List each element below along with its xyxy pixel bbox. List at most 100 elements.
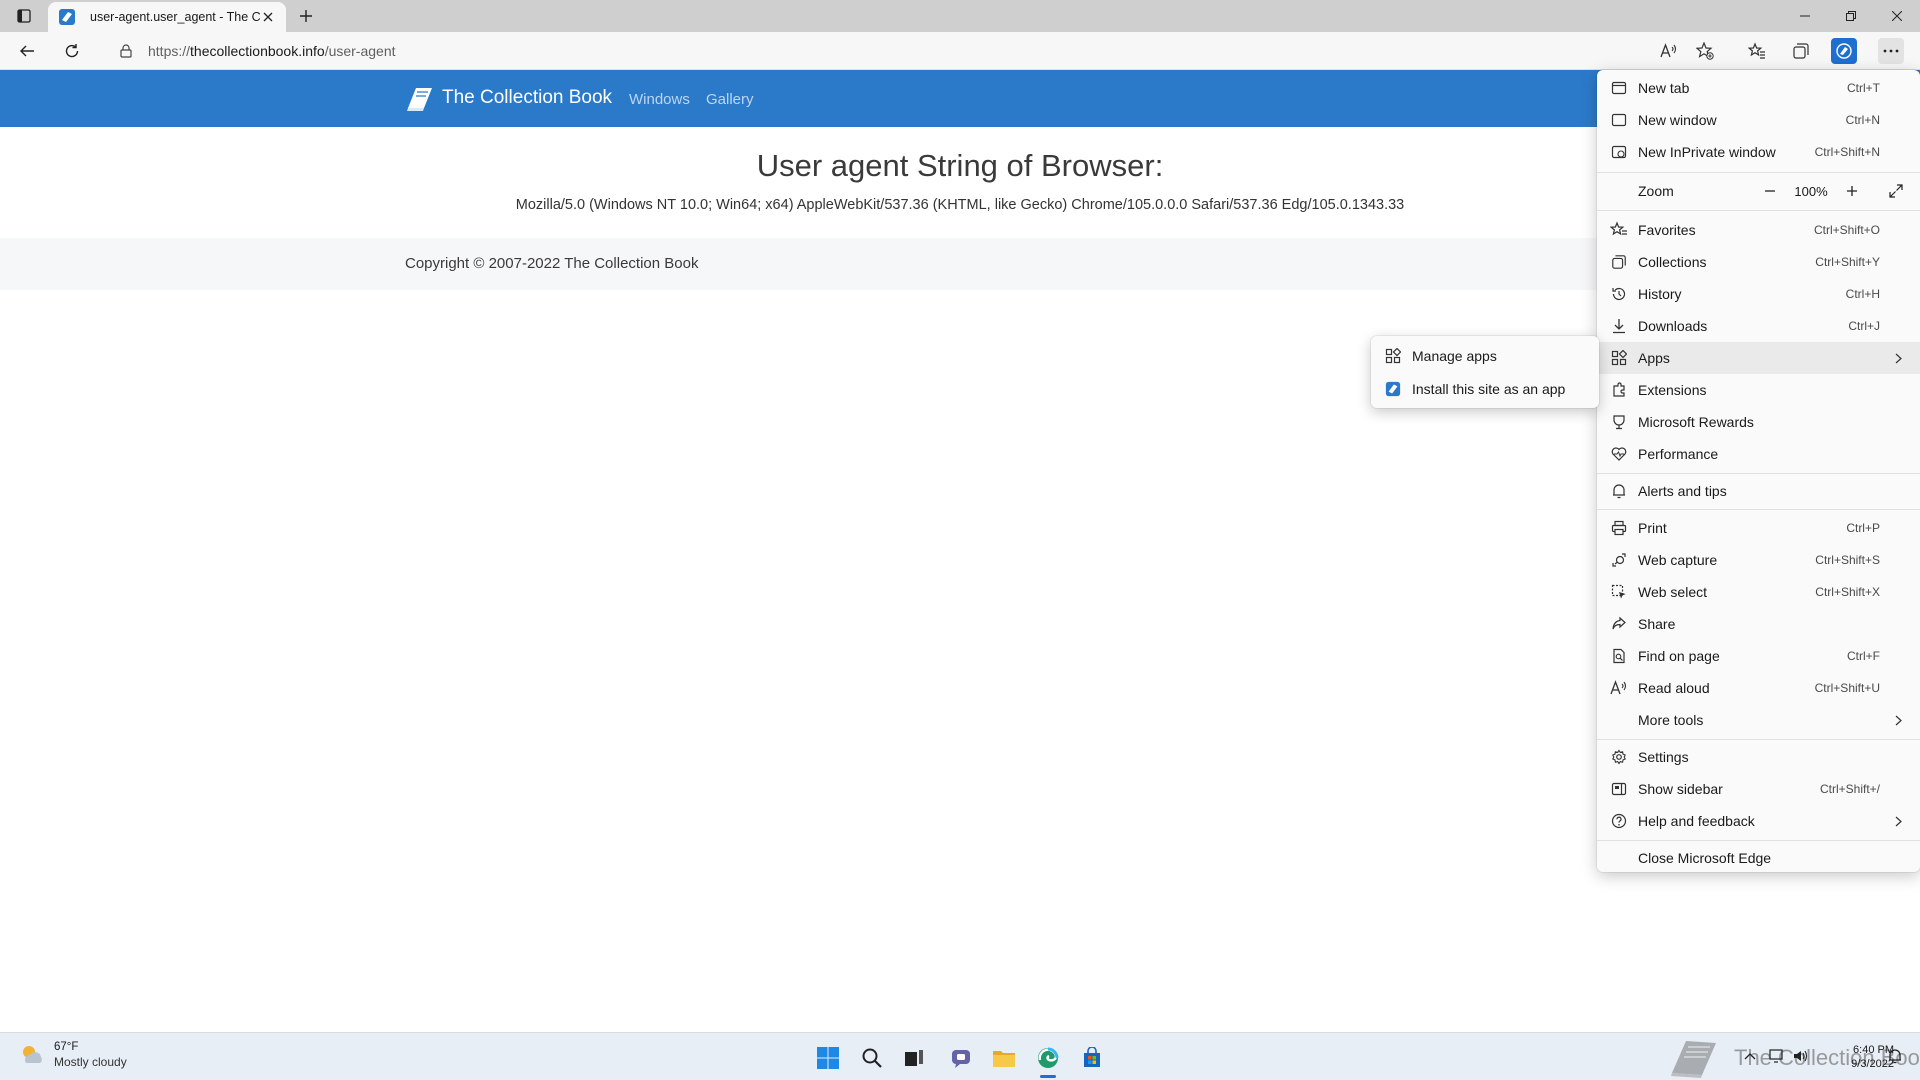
web-capture-icon (1609, 550, 1629, 570)
notifications-button[interactable] (1886, 1047, 1904, 1065)
microsoft-store-button[interactable] (1077, 1043, 1107, 1073)
edge-icon (1038, 1047, 1059, 1068)
submenu-item-install-site-as-app[interactable]: Install this site as an app (1371, 373, 1599, 405)
tab-close-button[interactable] (260, 9, 276, 25)
plus-icon (300, 10, 312, 22)
settings-and-more-button[interactable] (1878, 38, 1904, 64)
menu-item-alerts-and-tips[interactable]: Alerts and tips (1597, 475, 1920, 507)
collections-button[interactable] (1788, 38, 1814, 64)
profile-button[interactable] (1831, 38, 1857, 64)
submenu-item-manage-apps[interactable]: Manage apps (1371, 340, 1599, 372)
refresh-button[interactable] (59, 38, 85, 64)
menu-item-new-window[interactable]: New window Ctrl+N (1597, 104, 1920, 136)
settings-icon (1609, 747, 1629, 767)
menu-item-label: Extensions (1638, 382, 1707, 398)
menu-item-performance[interactable]: Performance (1597, 438, 1920, 470)
nav-link-gallery[interactable]: Gallery (706, 91, 754, 108)
menu-item-show-sidebar[interactable]: Show sidebar Ctrl+Shift+/ (1597, 773, 1920, 805)
menu-item-print[interactable]: Print Ctrl+P (1597, 512, 1920, 544)
menu-item-find-on-page[interactable]: Find on page Ctrl+F (1597, 640, 1920, 672)
minimize-button[interactable] (1782, 0, 1828, 32)
menu-item-web-capture[interactable]: Web capture Ctrl+Shift+S (1597, 544, 1920, 576)
menu-separator (1597, 473, 1920, 474)
menu-item-label: New tab (1638, 80, 1690, 96)
bell-icon (1609, 481, 1629, 501)
weather-widget[interactable]: 67°F Mostly cloudy (18, 1041, 127, 1069)
menu-item-new-tab[interactable]: New tab Ctrl+T (1597, 72, 1920, 104)
zoom-level: 100% (1794, 183, 1828, 199)
menu-item-label: Apps (1638, 350, 1670, 366)
browser-tab[interactable]: user-agent.user_agent - The Coll (48, 2, 286, 32)
submenu-item-label: Install this site as an app (1412, 381, 1566, 397)
help-icon (1609, 811, 1629, 831)
menu-item-shortcut: Ctrl+Shift+N (1814, 145, 1880, 159)
menu-item-extensions[interactable]: Extensions (1597, 374, 1920, 406)
show-hidden-icons-button[interactable] (1741, 1047, 1759, 1065)
web-select-icon (1609, 582, 1629, 602)
restore-button[interactable] (1828, 0, 1874, 32)
menu-item-label: Close Microsoft Edge (1638, 850, 1772, 866)
menu-item-downloads[interactable]: Downloads Ctrl+J (1597, 310, 1920, 342)
address-bar[interactable]: https://thecollectionbook.info/user-agen… (110, 36, 1650, 66)
menu-item-label: History (1638, 286, 1682, 302)
menu-item-label: Show sidebar (1638, 781, 1723, 797)
back-button[interactable] (14, 38, 40, 64)
network-status[interactable] (1768, 1047, 1786, 1065)
copyright-text: Copyright © 2007-2022 The Collection Boo… (405, 255, 699, 272)
menu-item-microsoft-rewards[interactable]: Microsoft Rewards (1597, 406, 1920, 438)
menu-item-share[interactable]: Share (1597, 608, 1920, 640)
read-aloud-icon (1609, 678, 1629, 698)
menu-item-new-inprivate-window[interactable]: New InPrivate window Ctrl+Shift+N (1597, 136, 1920, 168)
new-tab-button[interactable] (294, 4, 318, 28)
menu-item-help-and-feedback[interactable]: Help and feedback (1597, 805, 1920, 837)
share-icon (1609, 614, 1629, 634)
minus-icon (1765, 190, 1775, 192)
menu-item-shortcut: Ctrl+F (1847, 649, 1880, 663)
menu-item-label: Alerts and tips (1638, 483, 1727, 499)
plus-icon (1847, 186, 1857, 196)
start-button[interactable] (813, 1043, 843, 1073)
volume-control[interactable] (1792, 1047, 1810, 1065)
task-view-button[interactable] (899, 1043, 929, 1073)
menu-item-history[interactable]: History Ctrl+H (1597, 278, 1920, 310)
menu-item-zoom: Zoom 100% (1597, 175, 1920, 207)
history-icon (1609, 284, 1629, 304)
zoom-out-button[interactable] (1757, 178, 1783, 204)
menu-item-favorites[interactable]: Favorites Ctrl+Shift+O (1597, 214, 1920, 246)
site-brand-link[interactable]: The Collection Book (404, 84, 612, 112)
close-window-button[interactable] (1874, 0, 1920, 32)
taskbar-search-button[interactable] (857, 1043, 887, 1073)
menu-item-more-tools[interactable]: More tools (1597, 704, 1920, 736)
menu-item-settings[interactable]: Settings (1597, 741, 1920, 773)
apps-icon (1383, 346, 1403, 366)
menu-item-web-select[interactable]: Web select Ctrl+Shift+X (1597, 576, 1920, 608)
menu-item-label: Help and feedback (1638, 813, 1755, 829)
menu-item-shortcut: Ctrl+H (1845, 287, 1880, 301)
nav-link-windows[interactable]: Windows (629, 91, 690, 108)
favorites-button[interactable] (1744, 38, 1770, 64)
menu-item-collections[interactable]: Collections Ctrl+Shift+Y (1597, 246, 1920, 278)
teams-chat-button[interactable] (946, 1043, 976, 1073)
lock-icon[interactable] (116, 41, 136, 61)
tab-actions-button[interactable] (10, 4, 38, 28)
menu-item-label: Zoom (1638, 183, 1674, 199)
apps-icon (1609, 348, 1629, 368)
menu-item-read-aloud[interactable]: Read aloud Ctrl+Shift+U (1597, 672, 1920, 704)
menu-item-shortcut: Ctrl+Shift+Y (1815, 255, 1880, 269)
menu-item-shortcut: Ctrl+Shift+O (1813, 223, 1880, 237)
refresh-icon (65, 44, 79, 58)
close-icon (263, 12, 273, 22)
zoom-in-button[interactable] (1839, 178, 1865, 204)
menu-separator (1597, 210, 1920, 211)
read-aloud-button[interactable] (1656, 38, 1682, 64)
full-screen-button[interactable] (1883, 178, 1909, 204)
weather-temperature: 67°F (54, 1041, 79, 1053)
menu-item-apps[interactable]: Apps (1597, 342, 1920, 374)
menu-separator (1597, 840, 1920, 841)
edge-taskbar-button[interactable] (1033, 1043, 1063, 1073)
weather-text: 67°F Mostly cloudy (54, 1041, 127, 1069)
file-explorer-button[interactable] (989, 1043, 1019, 1073)
search-icon (862, 1048, 882, 1068)
add-favorite-button[interactable] (1692, 38, 1718, 64)
menu-item-close-microsoft-edge[interactable]: Close Microsoft Edge (1597, 842, 1920, 874)
